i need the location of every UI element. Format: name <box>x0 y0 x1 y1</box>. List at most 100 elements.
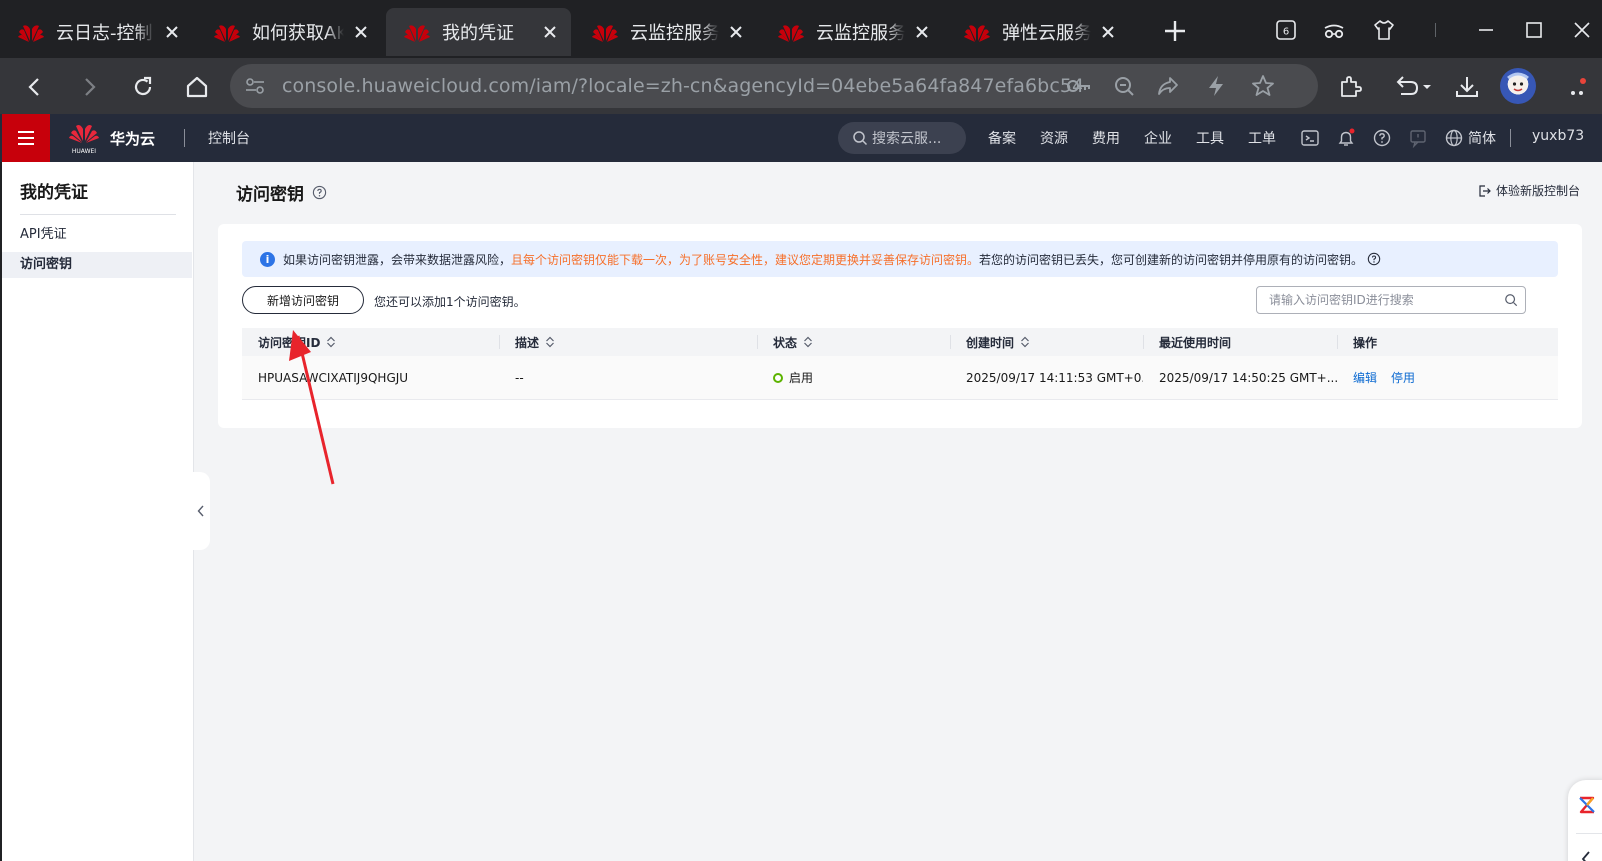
sidebar: 我的凭证 API凭证 访问密钥 <box>2 162 194 861</box>
cell-key-id: HPUASAWCIXATIJ9QHGJU <box>258 370 409 385</box>
nav-filing[interactable]: 备案 <box>988 128 1016 148</box>
status-label: 启用 <box>789 371 814 385</box>
help-circle-icon[interactable] <box>1367 252 1381 266</box>
sidebar-divider <box>20 214 176 215</box>
globe-language-icon[interactable] <box>1444 128 1464 148</box>
cell-actions: 编辑 停用 <box>1337 369 1558 386</box>
column-header-label: 访问密钥ID <box>258 335 321 350</box>
sidebar-item-access-keys[interactable]: 访问密钥 <box>2 252 192 278</box>
browser-tab-strip: 云日志-控制台 如何获取AK/SK 我的凭证 云监控服务 - 控制台 云监控服务… <box>0 0 1602 58</box>
tab-search-icon[interactable]: 6 <box>1270 14 1302 46</box>
close-tab-icon[interactable] <box>725 21 747 43</box>
close-tab-icon[interactable] <box>350 21 372 43</box>
access-keys-table: 访问密钥ID 描述 状态 创建时间 最近使用时间 操作 HPUASAWCIXAT… <box>242 328 1558 400</box>
cell-last-used: 2025/09/17 14:50:25 GMT+... <box>1159 370 1337 385</box>
incognito-icon[interactable] <box>1318 14 1350 46</box>
nav-billing[interactable]: 费用 <box>1092 128 1120 148</box>
password-key-icon[interactable] <box>1066 74 1092 102</box>
page-title-text: 访问密钥 <box>236 185 304 205</box>
share-icon[interactable] <box>1156 74 1180 102</box>
close-tab-icon[interactable] <box>1097 21 1119 43</box>
sort-icon[interactable] <box>803 336 813 348</box>
try-new-console-label: 体验新版控制台 <box>1495 184 1580 198</box>
search-icon[interactable] <box>1504 293 1518 307</box>
help-circle-icon[interactable] <box>312 185 327 200</box>
huawei-cloud-logo[interactable]: HUAWEI 华为云 <box>68 120 155 156</box>
url-text: console.huaweicloud.com/iam/?locale=zh-c… <box>282 75 1082 97</box>
ai-assistant-icon[interactable] <box>1576 794 1598 816</box>
bell-notification-icon[interactable] <box>1336 128 1356 148</box>
column-header-label: 最近使用时间 <box>1159 335 1232 350</box>
history-undo-icon[interactable] <box>1388 70 1438 104</box>
column-header-created[interactable]: 创建时间 <box>950 328 1143 356</box>
sort-icon[interactable] <box>545 336 555 348</box>
shirt-theme-icon[interactable] <box>1368 14 1400 46</box>
global-search-input[interactable]: 搜索云服... <box>838 122 966 154</box>
nav-tools[interactable]: 工具 <box>1196 128 1224 148</box>
language-switch[interactable]: 简体 <box>1468 128 1496 148</box>
info-icon: i <box>260 251 275 267</box>
header-divider <box>1510 129 1511 147</box>
exit-icon <box>1479 184 1491 197</box>
browser-tab[interactable]: 如何获取AK/SK <box>196 8 382 56</box>
edit-key-link[interactable]: 编辑 <box>1353 371 1377 385</box>
lightning-icon[interactable] <box>1204 74 1228 102</box>
alert-text: 如果访问密钥泄露，会带来数据泄露风险， <box>283 252 512 267</box>
search-icon <box>853 131 868 146</box>
close-tab-icon[interactable] <box>161 21 183 43</box>
add-access-key-button[interactable]: 新增访问密钥 <box>242 286 364 314</box>
sidebar-title: 我的凭证 <box>20 183 88 203</box>
forward-icon[interactable] <box>72 70 106 104</box>
tab-title: 弹性云服务器 <box>1002 23 1091 44</box>
help-icon[interactable] <box>1372 128 1392 148</box>
cloud-shell-icon[interactable] <box>1300 128 1320 148</box>
global-search-placeholder: 搜索云服... <box>872 131 942 147</box>
column-header-description[interactable]: 描述 <box>499 328 757 356</box>
sidebar-collapse-button[interactable] <box>192 472 210 550</box>
profile-avatar[interactable] <box>1500 68 1536 104</box>
username-menu[interactable]: yuxb73 <box>1532 128 1584 144</box>
console-home-link[interactable]: 控制台 <box>208 128 250 148</box>
nav-tickets[interactable]: 工单 <box>1248 128 1276 148</box>
table-header: 访问密钥ID 描述 状态 创建时间 最近使用时间 操作 <box>242 328 1558 356</box>
reload-icon[interactable] <box>126 70 160 104</box>
browser-tab[interactable]: 弹性云服务器 <box>946 8 1129 56</box>
column-header-actions: 操作 <box>1337 328 1558 356</box>
page-title: 访问密钥 <box>236 180 327 205</box>
window-divider <box>1420 14 1452 46</box>
close-tab-icon[interactable] <box>911 21 933 43</box>
page-content: 我的凭证 API凭证 访问密钥 访问密钥 体验新版控制台 i 如果访问密钥泄露，… <box>2 162 1602 861</box>
close-window-icon[interactable] <box>1566 14 1598 46</box>
sort-icon[interactable] <box>326 336 336 348</box>
access-key-search-input[interactable] <box>1256 286 1526 314</box>
sidebar-item-api-credentials[interactable]: API凭证 <box>2 222 192 248</box>
minimize-icon[interactable] <box>1470 14 1502 46</box>
close-tab-icon[interactable] <box>539 21 561 43</box>
bookmark-star-icon[interactable] <box>1250 73 1276 103</box>
nav-resources[interactable]: 资源 <box>1040 128 1068 148</box>
back-icon[interactable] <box>18 70 52 104</box>
column-header-status[interactable]: 状态 <box>757 328 950 356</box>
address-bar[interactable]: console.huaweicloud.com/iam/?locale=zh-c… <box>230 64 1318 108</box>
maximize-icon[interactable] <box>1518 14 1550 46</box>
feedback-icon[interactable] <box>1408 128 1428 148</box>
browser-tab[interactable]: 云监控服务 - 控制台 <box>574 8 757 56</box>
extensions-icon[interactable] <box>1334 70 1368 104</box>
chevron-left-icon <box>197 505 204 517</box>
home-icon[interactable] <box>180 70 214 104</box>
service-menu-button[interactable] <box>2 114 50 162</box>
try-new-console-link[interactable]: 体验新版控制台 <box>1477 182 1580 199</box>
column-header-key-id[interactable]: 访问密钥ID <box>242 328 499 356</box>
new-tab-icon[interactable] <box>1162 18 1188 44</box>
site-settings-icon[interactable] <box>244 76 266 100</box>
chevron-left-icon[interactable] <box>1580 850 1592 861</box>
browser-tab[interactable]: 云监控服务 - 控制台 <box>760 8 943 56</box>
download-icon[interactable] <box>1450 70 1484 104</box>
disable-key-link[interactable]: 停用 <box>1391 371 1415 385</box>
more-menu-icon[interactable] <box>1560 70 1594 104</box>
nav-enterprise[interactable]: 企业 <box>1144 128 1172 148</box>
sort-icon[interactable] <box>1020 336 1030 348</box>
browser-tab-active[interactable]: 我的凭证 <box>386 8 571 56</box>
zoom-out-icon[interactable] <box>1112 74 1136 102</box>
browser-tab[interactable]: 云日志-控制台 <box>0 8 193 56</box>
